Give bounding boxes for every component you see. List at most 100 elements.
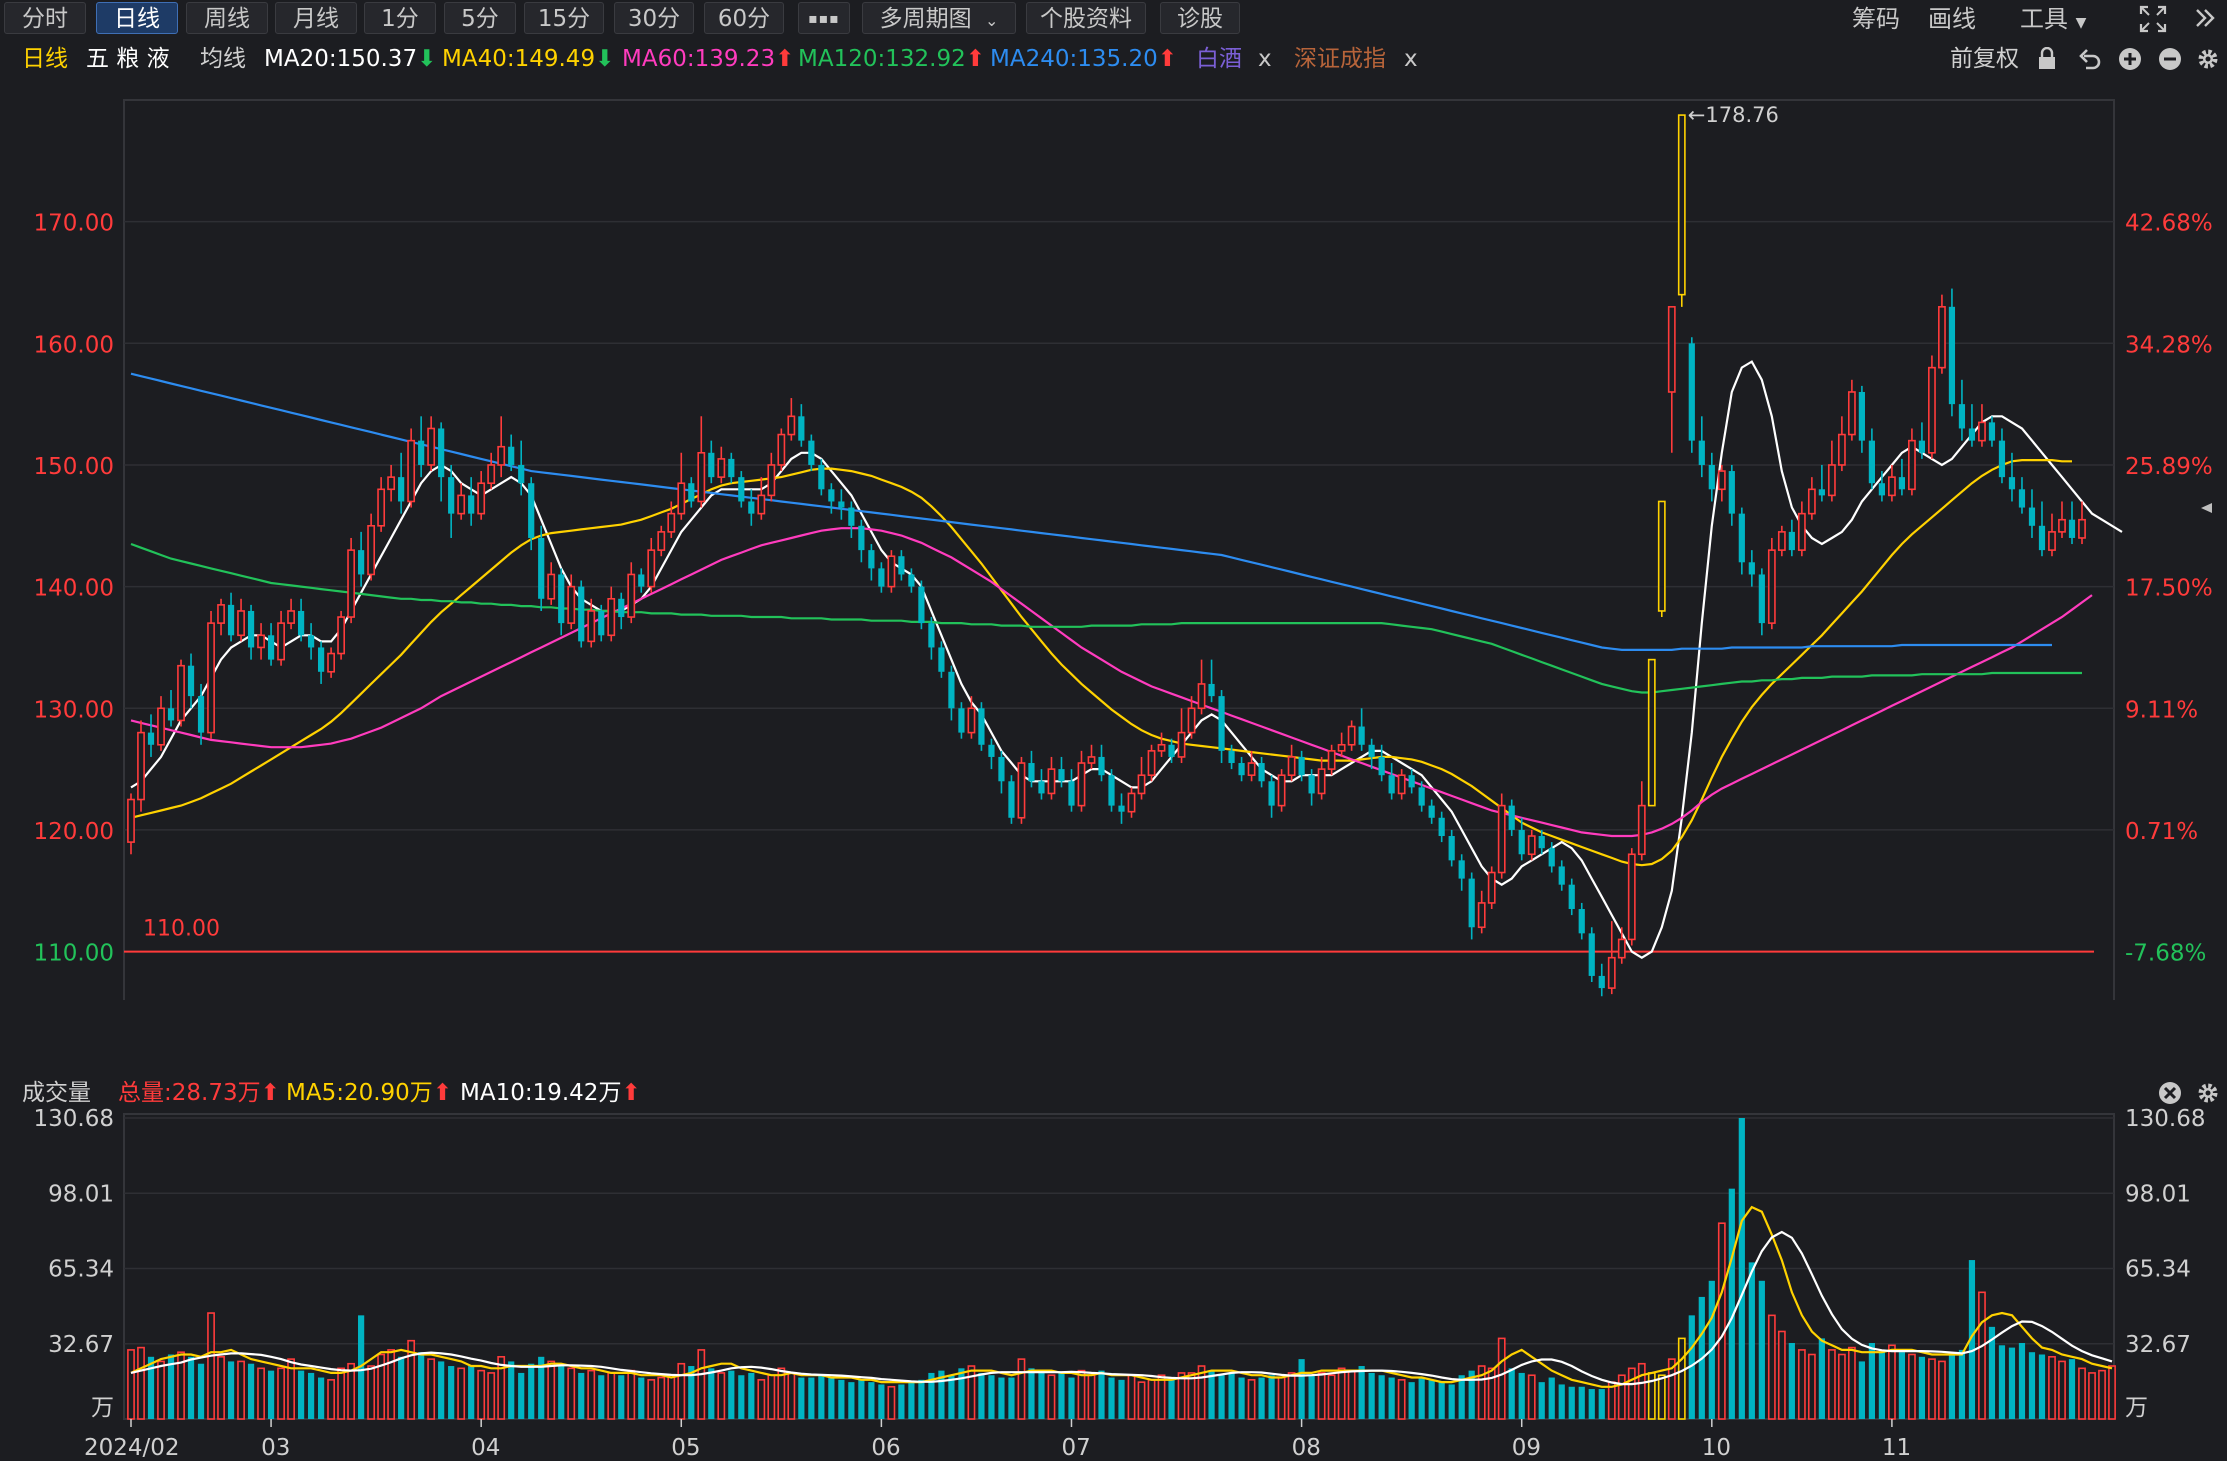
x-axis-label: 03 — [261, 1435, 290, 1461]
candle-body — [898, 556, 905, 575]
candle-body — [1527, 835, 1536, 856]
candle — [2038, 501, 2046, 557]
volume-bar — [998, 1377, 1005, 1419]
candle — [1177, 708, 1186, 764]
candle — [1888, 464, 1896, 502]
volume-bar — [558, 1366, 565, 1419]
volume-bar — [1858, 1361, 1865, 1419]
candle — [767, 452, 776, 502]
candle-body — [1938, 306, 1946, 369]
volume-bar — [438, 1361, 445, 1419]
candle — [948, 665, 955, 721]
candle-body — [1238, 763, 1245, 776]
candle-body — [468, 495, 475, 514]
candle — [217, 598, 225, 636]
x-axis-label: 06 — [871, 1435, 900, 1461]
volume-bar — [1047, 1374, 1056, 1420]
volume-bar — [858, 1379, 865, 1419]
candle — [1477, 890, 1486, 934]
candle — [1157, 732, 1166, 757]
volume-bar — [1418, 1377, 1425, 1419]
candle — [1858, 385, 1865, 453]
candle-body — [828, 489, 835, 502]
candle — [848, 501, 855, 538]
candle — [1197, 659, 1206, 715]
candle-body — [1878, 483, 1885, 496]
candle-body — [1988, 422, 1996, 441]
volume-bar — [1337, 1367, 1346, 1420]
x-axis-label: 07 — [1061, 1435, 1090, 1461]
candle-body — [1607, 956, 1616, 989]
candle — [497, 416, 506, 478]
candle-body — [777, 433, 786, 466]
volume-bar — [738, 1375, 745, 1419]
candle-body — [1368, 744, 1375, 757]
candle — [1978, 404, 1986, 447]
candle-body — [677, 482, 686, 515]
volume-bar — [448, 1366, 455, 1419]
candle-body — [1487, 871, 1496, 904]
volume-bar — [848, 1382, 855, 1419]
volume-bar — [948, 1375, 955, 1419]
candle-body — [1308, 775, 1315, 794]
candle — [448, 464, 455, 538]
volume-bar — [227, 1361, 235, 1419]
candle — [1998, 428, 2006, 484]
volume-bar — [358, 1315, 365, 1419]
volume-ma10-line — [130, 1230, 2113, 1386]
volume-bar — [1827, 1349, 1836, 1420]
candle-body — [217, 604, 225, 624]
candle — [1738, 507, 1745, 575]
candle-body — [567, 585, 576, 624]
volume-bar — [578, 1372, 585, 1419]
volume-y-tick-right: 98.01 — [2125, 1181, 2191, 1207]
volume-bar — [1677, 1337, 1686, 1420]
candle-body — [1127, 792, 1136, 813]
volume-bar — [708, 1368, 715, 1419]
volume-bar — [1087, 1374, 1096, 1420]
candle — [677, 452, 686, 520]
volume-bar — [1208, 1370, 1215, 1419]
volume-settings-gear-icon[interactable] — [2196, 1081, 2220, 1115]
candle-body — [1448, 836, 1455, 861]
volume-bar — [1068, 1377, 1075, 1419]
candle-body — [1068, 781, 1075, 806]
volume-bar — [1758, 1280, 1765, 1419]
candle — [167, 690, 175, 727]
volume-bar — [1657, 1374, 1666, 1420]
candle — [1238, 756, 1245, 782]
candle — [1837, 416, 1846, 472]
volume-bar — [1918, 1356, 1926, 1419]
candle — [237, 598, 245, 642]
candle — [647, 537, 656, 593]
volume-bar — [137, 1346, 145, 1420]
price-chart[interactable]: 170.00 42.68% 160.00 34.28% 150.00 25.89% 140.… — [0, 0, 2227, 1000]
candle — [1317, 756, 1326, 800]
y-left-tick-label: 130.00 — [34, 697, 114, 723]
ma-line-ma20 — [130, 459, 2072, 867]
candle — [2068, 501, 2076, 545]
volume-bar — [477, 1369, 486, 1420]
volume-bar — [1127, 1374, 1136, 1420]
volume-bar — [1368, 1372, 1375, 1419]
candle — [1568, 878, 1575, 916]
candle-body — [787, 415, 796, 436]
y-right-tick-label: 17.50% — [2125, 576, 2213, 602]
candle — [457, 483, 466, 520]
candle — [337, 610, 346, 660]
volume-bar — [1837, 1353, 1846, 1420]
volume-bar — [627, 1369, 636, 1420]
volume-bar — [528, 1363, 535, 1419]
candle-body — [1168, 744, 1175, 757]
candle-body — [1708, 464, 1715, 490]
volume-close-icon[interactable] — [2158, 1081, 2182, 1115]
candle — [1767, 537, 1776, 630]
candle — [868, 544, 875, 581]
volume-bar — [127, 1349, 135, 1420]
candle-body — [1698, 440, 1705, 465]
candle-body — [1837, 433, 1846, 466]
candle — [387, 464, 396, 502]
volume-bar — [2108, 1365, 2116, 1420]
volume-bar — [697, 1349, 706, 1420]
candle-body — [1388, 775, 1395, 794]
